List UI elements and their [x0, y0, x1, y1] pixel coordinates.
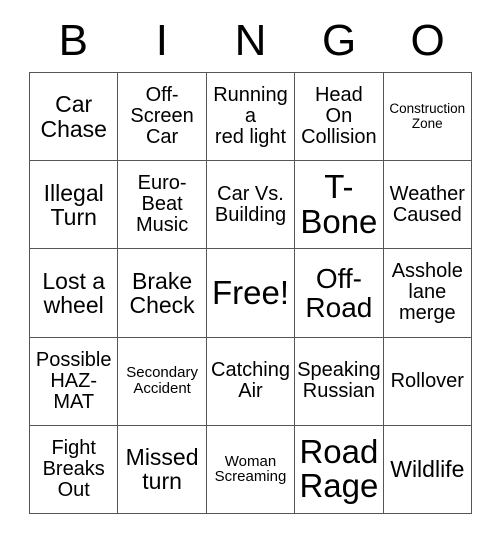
bingo-cell-label: Asshole lane merge	[391, 260, 463, 325]
bingo-cell-o4[interactable]: Rollover	[383, 337, 472, 426]
bingo-free-space-label: Free!	[211, 273, 289, 311]
bingo-cell-label: Rollover	[390, 369, 464, 392]
bingo-header-row: B I N G O	[29, 12, 472, 70]
bingo-header-letter-g: G	[321, 16, 357, 65]
bingo-cell-label: Wildlife	[390, 456, 465, 483]
bingo-cell-label: Off- Road	[305, 262, 373, 323]
bingo-cell-label: Catching Air	[211, 359, 290, 403]
bingo-cell-i4[interactable]: Secondary Accident	[118, 337, 207, 426]
bingo-cell-g5[interactable]: Road Rage	[295, 425, 384, 514]
bingo-cell-label: Illegal Turn	[43, 179, 104, 230]
bingo-cell-label: Possible HAZ- MAT	[35, 348, 112, 413]
bingo-cell-free[interactable]: Free!	[206, 249, 296, 338]
bingo-cell-g4[interactable]: Speaking Russian	[295, 337, 384, 426]
bingo-cell-o3[interactable]: Asshole lane merge	[383, 249, 472, 338]
bingo-cell-n2[interactable]: Car Vs. Building	[206, 161, 296, 250]
bingo-cell-label: Road Rage	[299, 432, 379, 505]
bingo-cell-o1[interactable]: Construction Zone	[383, 73, 472, 162]
bingo-cell-label: Secondary Accident	[126, 364, 198, 398]
bingo-header-letter-o: O	[410, 16, 445, 65]
bingo-header-letter-n: N	[234, 16, 267, 65]
bingo-cell-g2[interactable]: T- Bone	[295, 161, 384, 250]
bingo-cell-label: Fight Breaks Out	[42, 436, 105, 501]
bingo-cell-o2[interactable]: Weather Caused	[383, 161, 472, 250]
bingo-cell-n1[interactable]: Running a red light	[206, 73, 296, 162]
bingo-header-letter-b: B	[58, 16, 88, 65]
bingo-cell-n5[interactable]: Woman Screaming	[206, 425, 296, 514]
bingo-cell-label: Speaking Russian	[297, 359, 381, 403]
bingo-cell-label: Running a red light	[213, 84, 288, 149]
bingo-cell-label: Woman Screaming	[214, 452, 287, 486]
bingo-cell-label: Brake Check	[129, 267, 195, 318]
bingo-cell-label: Euro- Beat Music	[135, 172, 189, 237]
bingo-cell-label: Car Vs. Building	[214, 182, 287, 226]
bingo-header-letter-i: I	[155, 16, 168, 65]
bingo-cell-label: Head On Collision	[301, 84, 377, 149]
bingo-cell-i3[interactable]: Brake Check	[118, 249, 207, 338]
bingo-cell-o5[interactable]: Wildlife	[383, 425, 472, 514]
bingo-cell-b1[interactable]: Car Chase	[30, 73, 119, 162]
bingo-cell-g1[interactable]: Head On Collision	[295, 73, 384, 162]
bingo-cell-label: T- Bone	[300, 168, 378, 240]
bingo-cell-b3[interactable]: Lost a wheel	[30, 249, 119, 338]
bingo-cell-label: Car Chase	[40, 91, 107, 142]
bingo-cell-b4[interactable]: Possible HAZ- MAT	[30, 337, 119, 426]
bingo-card: B I N G O Car Chase Off- Screen Car Runn…	[0, 0, 500, 544]
bingo-cell-n4[interactable]: Catching Air	[206, 337, 296, 426]
bingo-cell-i5[interactable]: Missed turn	[118, 425, 207, 514]
bingo-cell-i1[interactable]: Off- Screen Car	[118, 73, 207, 162]
bingo-cell-label: Weather Caused	[389, 182, 465, 226]
bingo-grid: Car Chase Off- Screen Car Running a red …	[29, 72, 472, 514]
bingo-cell-i2[interactable]: Euro- Beat Music	[118, 161, 207, 250]
bingo-cell-b5[interactable]: Fight Breaks Out	[30, 425, 119, 514]
bingo-cell-label: Lost a wheel	[42, 267, 106, 318]
bingo-cell-b2[interactable]: Illegal Turn	[30, 161, 119, 250]
bingo-cell-g3[interactable]: Off- Road	[295, 249, 384, 338]
bingo-cell-label: Missed turn	[125, 444, 199, 495]
bingo-cell-label: Construction Zone	[389, 101, 466, 131]
bingo-cell-label: Off- Screen Car	[130, 84, 194, 149]
